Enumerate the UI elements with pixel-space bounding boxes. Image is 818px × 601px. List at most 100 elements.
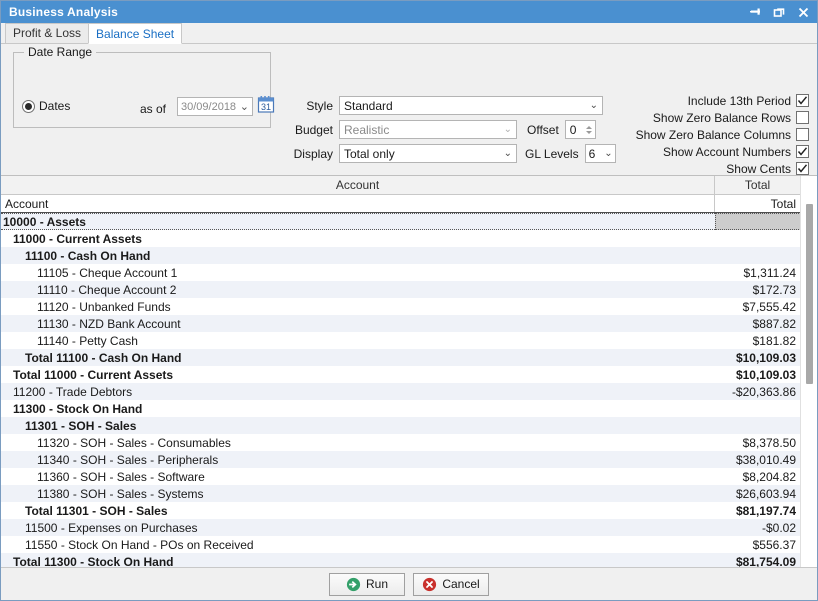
offset-value: 0 — [569, 122, 577, 137]
cell-total: $181.82 — [752, 333, 796, 348]
checkbox-label: Show Zero Balance Rows — [652, 110, 791, 125]
display-label: Display — [293, 146, 333, 161]
cell-total: $81,197.74 — [735, 503, 796, 518]
style-select[interactable]: Standard ⌄ — [339, 96, 603, 115]
dates-radio[interactable] — [22, 99, 35, 113]
table-row[interactable]: 11380 - SOH - Sales - Systems $26,603.94 — [1, 485, 817, 502]
grid-body: 10000 - Assets 11000 - Current Assets 1110… — [1, 213, 817, 567]
vertical-scrollbar[interactable] — [800, 176, 817, 567]
chevron-down-icon[interactable]: ⌄ — [586, 100, 602, 111]
pin-icon[interactable] — [743, 2, 767, 22]
cell-account: Total 11000 - Current Assets — [13, 367, 174, 382]
run-button[interactable]: Run — [329, 572, 405, 596]
cell-account: 11130 - NZD Bank Account — [37, 316, 181, 331]
cell-account: 11105 - Cheque Account 1 — [37, 265, 178, 280]
budget-label: Budget — [294, 122, 333, 137]
scrollbar-thumb[interactable] — [806, 204, 813, 384]
budget-select[interactable]: Realistic ⌄ — [339, 120, 517, 139]
cell-account: Total 11301 - SOH - Sales — [25, 503, 168, 518]
run-button-label: Run — [365, 577, 388, 591]
svg-text:31: 31 — [261, 102, 271, 112]
checkbox-show-zero-balance-columns[interactable]: Show Zero Balance Columns — [605, 127, 809, 142]
cell-total: $10,109.03 — [735, 350, 796, 365]
run-icon — [346, 577, 361, 591]
group-header-total[interactable]: Total — [715, 176, 801, 194]
table-row[interactable]: 11320 - SOH - Sales - Consumables $8,378.… — [1, 434, 817, 451]
date-range-group: Date Range Dates as of 30/09/2018 ⌄ 31 — [13, 45, 275, 128]
grid-group-header: Account Total — [1, 176, 817, 195]
table-row[interactable]: 11301 - SOH - Sales — [1, 417, 817, 434]
table-row[interactable]: Total 11300 - Stock On Hand $81,754.09 — [1, 553, 817, 567]
calendar-icon[interactable]: 31 — [257, 95, 275, 114]
cell-total: $8,378.50 — [742, 435, 796, 450]
cell-account: 11340 - SOH - Sales - Peripherals — [37, 452, 219, 467]
chevron-down-icon[interactable]: ⌄ — [500, 148, 516, 159]
cell-account: 11000 - Current Assets — [13, 231, 142, 246]
cell-account: 11140 - Petty Cash — [37, 333, 138, 348]
budget-value: Realistic — [344, 122, 390, 137]
group-header-account[interactable]: Account — [1, 176, 715, 194]
table-row[interactable]: 11000 - Current Assets — [1, 230, 817, 247]
checkbox-show-account-numbers[interactable]: Show Account Numbers — [605, 144, 809, 159]
table-row[interactable]: 11140 - Petty Cash $181.82 — [1, 332, 817, 349]
table-row[interactable]: 11200 - Trade Debtors -$20,363.86 — [1, 383, 817, 400]
checkbox-label: Include 13th Period — [687, 93, 791, 108]
cell-total: -$0.02 — [761, 520, 796, 535]
table-row[interactable]: 11550 - Stock On Hand - POs on Received $… — [1, 536, 817, 553]
gl-levels-value: 6 — [588, 146, 596, 161]
table-row[interactable]: 11105 - Cheque Account 1 $1,311.24 — [1, 264, 817, 281]
cell-account: 11200 - Trade Debtors — [13, 384, 133, 399]
cell-account: 11300 - Stock On Hand — [13, 401, 143, 416]
cell-account: 10000 - Assets — [1, 213, 715, 230]
tab-balance-sheet[interactable]: Balance Sheet — [88, 23, 183, 44]
title-bar[interactable]: Business Analysis — [1, 1, 817, 23]
table-row[interactable]: 11300 - Stock On Hand — [1, 400, 817, 417]
table-row[interactable]: 11500 - Expenses on Purchases -$0.02 — [1, 519, 817, 536]
dates-radio-row[interactable]: Dates — [22, 99, 70, 113]
table-row[interactable]: Total 11100 - Cash On Hand $10,109.03 — [1, 349, 817, 366]
table-row[interactable]: 11130 - NZD Bank Account $887.82 — [1, 315, 817, 332]
cell-total: -$20,363.86 — [731, 384, 796, 399]
cell-total: $1,311.24 — [743, 265, 797, 280]
offset-label: Offset — [527, 122, 559, 137]
as-of-date-input[interactable]: 30/09/2018 ⌄ — [177, 97, 253, 116]
display-select[interactable]: Total only ⌄ — [339, 144, 517, 163]
cell-total: $8,204.82 — [742, 469, 796, 484]
checkbox-box[interactable] — [796, 128, 809, 141]
table-row[interactable]: Total 11301 - SOH - Sales $81,197.74 — [1, 502, 817, 519]
business-analysis-window: Business Analysis Profit & Loss Balance … — [0, 0, 818, 601]
checkbox-box[interactable] — [796, 94, 809, 107]
cell-account: Total 11300 - Stock On Hand — [13, 554, 174, 568]
checkbox-show-cents[interactable]: Show Cents — [605, 161, 809, 176]
checkbox-box[interactable] — [796, 145, 809, 158]
cell-account: 11550 - Stock On Hand - POs on Received — [25, 537, 254, 552]
cell-account: 11100 - Cash On Hand — [25, 248, 151, 263]
table-row[interactable]: 11340 - SOH - Sales - Peripherals $38,010… — [1, 451, 817, 468]
column-header-account[interactable]: Account — [1, 195, 715, 212]
tab-profit-and-loss[interactable]: Profit & Loss — [5, 23, 90, 43]
table-row[interactable]: 11100 - Cash On Hand — [1, 247, 817, 264]
checkbox-box[interactable] — [796, 162, 809, 175]
column-header-total[interactable]: Total — [715, 195, 801, 212]
spinner-arrows-icon[interactable] — [585, 125, 595, 134]
cell-total: $172.73 — [752, 282, 796, 297]
checkbox-show-zero-balance-rows[interactable]: Show Zero Balance Rows — [605, 110, 809, 125]
table-row[interactable]: 11360 - SOH - Sales - Software $8,204.82 — [1, 468, 817, 485]
checkbox-box[interactable] — [796, 111, 809, 124]
cancel-button[interactable]: Cancel — [413, 572, 489, 596]
style-value: Standard — [344, 98, 393, 113]
display-field-row: Display Total only ⌄ GL Levels 6 ⌄ — [285, 144, 616, 163]
table-row[interactable]: 10000 - Assets — [1, 213, 817, 230]
report-options-panel: Date Range Dates as of 30/09/2018 ⌄ 31 S… — [1, 44, 817, 214]
cell-account: 11120 - Unbanked Funds — [37, 299, 171, 314]
cell-total: $10,109.03 — [735, 367, 796, 382]
restore-icon[interactable] — [767, 2, 791, 22]
close-icon[interactable] — [791, 2, 815, 22]
offset-stepper[interactable]: 0 — [564, 120, 596, 139]
chevron-down-icon[interactable]: ⌄ — [240, 100, 252, 113]
table-row[interactable]: 11120 - Unbanked Funds $7,555.42 — [1, 298, 817, 315]
chevron-down-icon[interactable]: ⌄ — [500, 124, 516, 135]
table-row[interactable]: Total 11000 - Current Assets $10,109.03 — [1, 366, 817, 383]
table-row[interactable]: 11110 - Cheque Account 2 $172.73 — [1, 281, 817, 298]
checkbox-include-13th-period[interactable]: Include 13th Period — [605, 93, 809, 108]
